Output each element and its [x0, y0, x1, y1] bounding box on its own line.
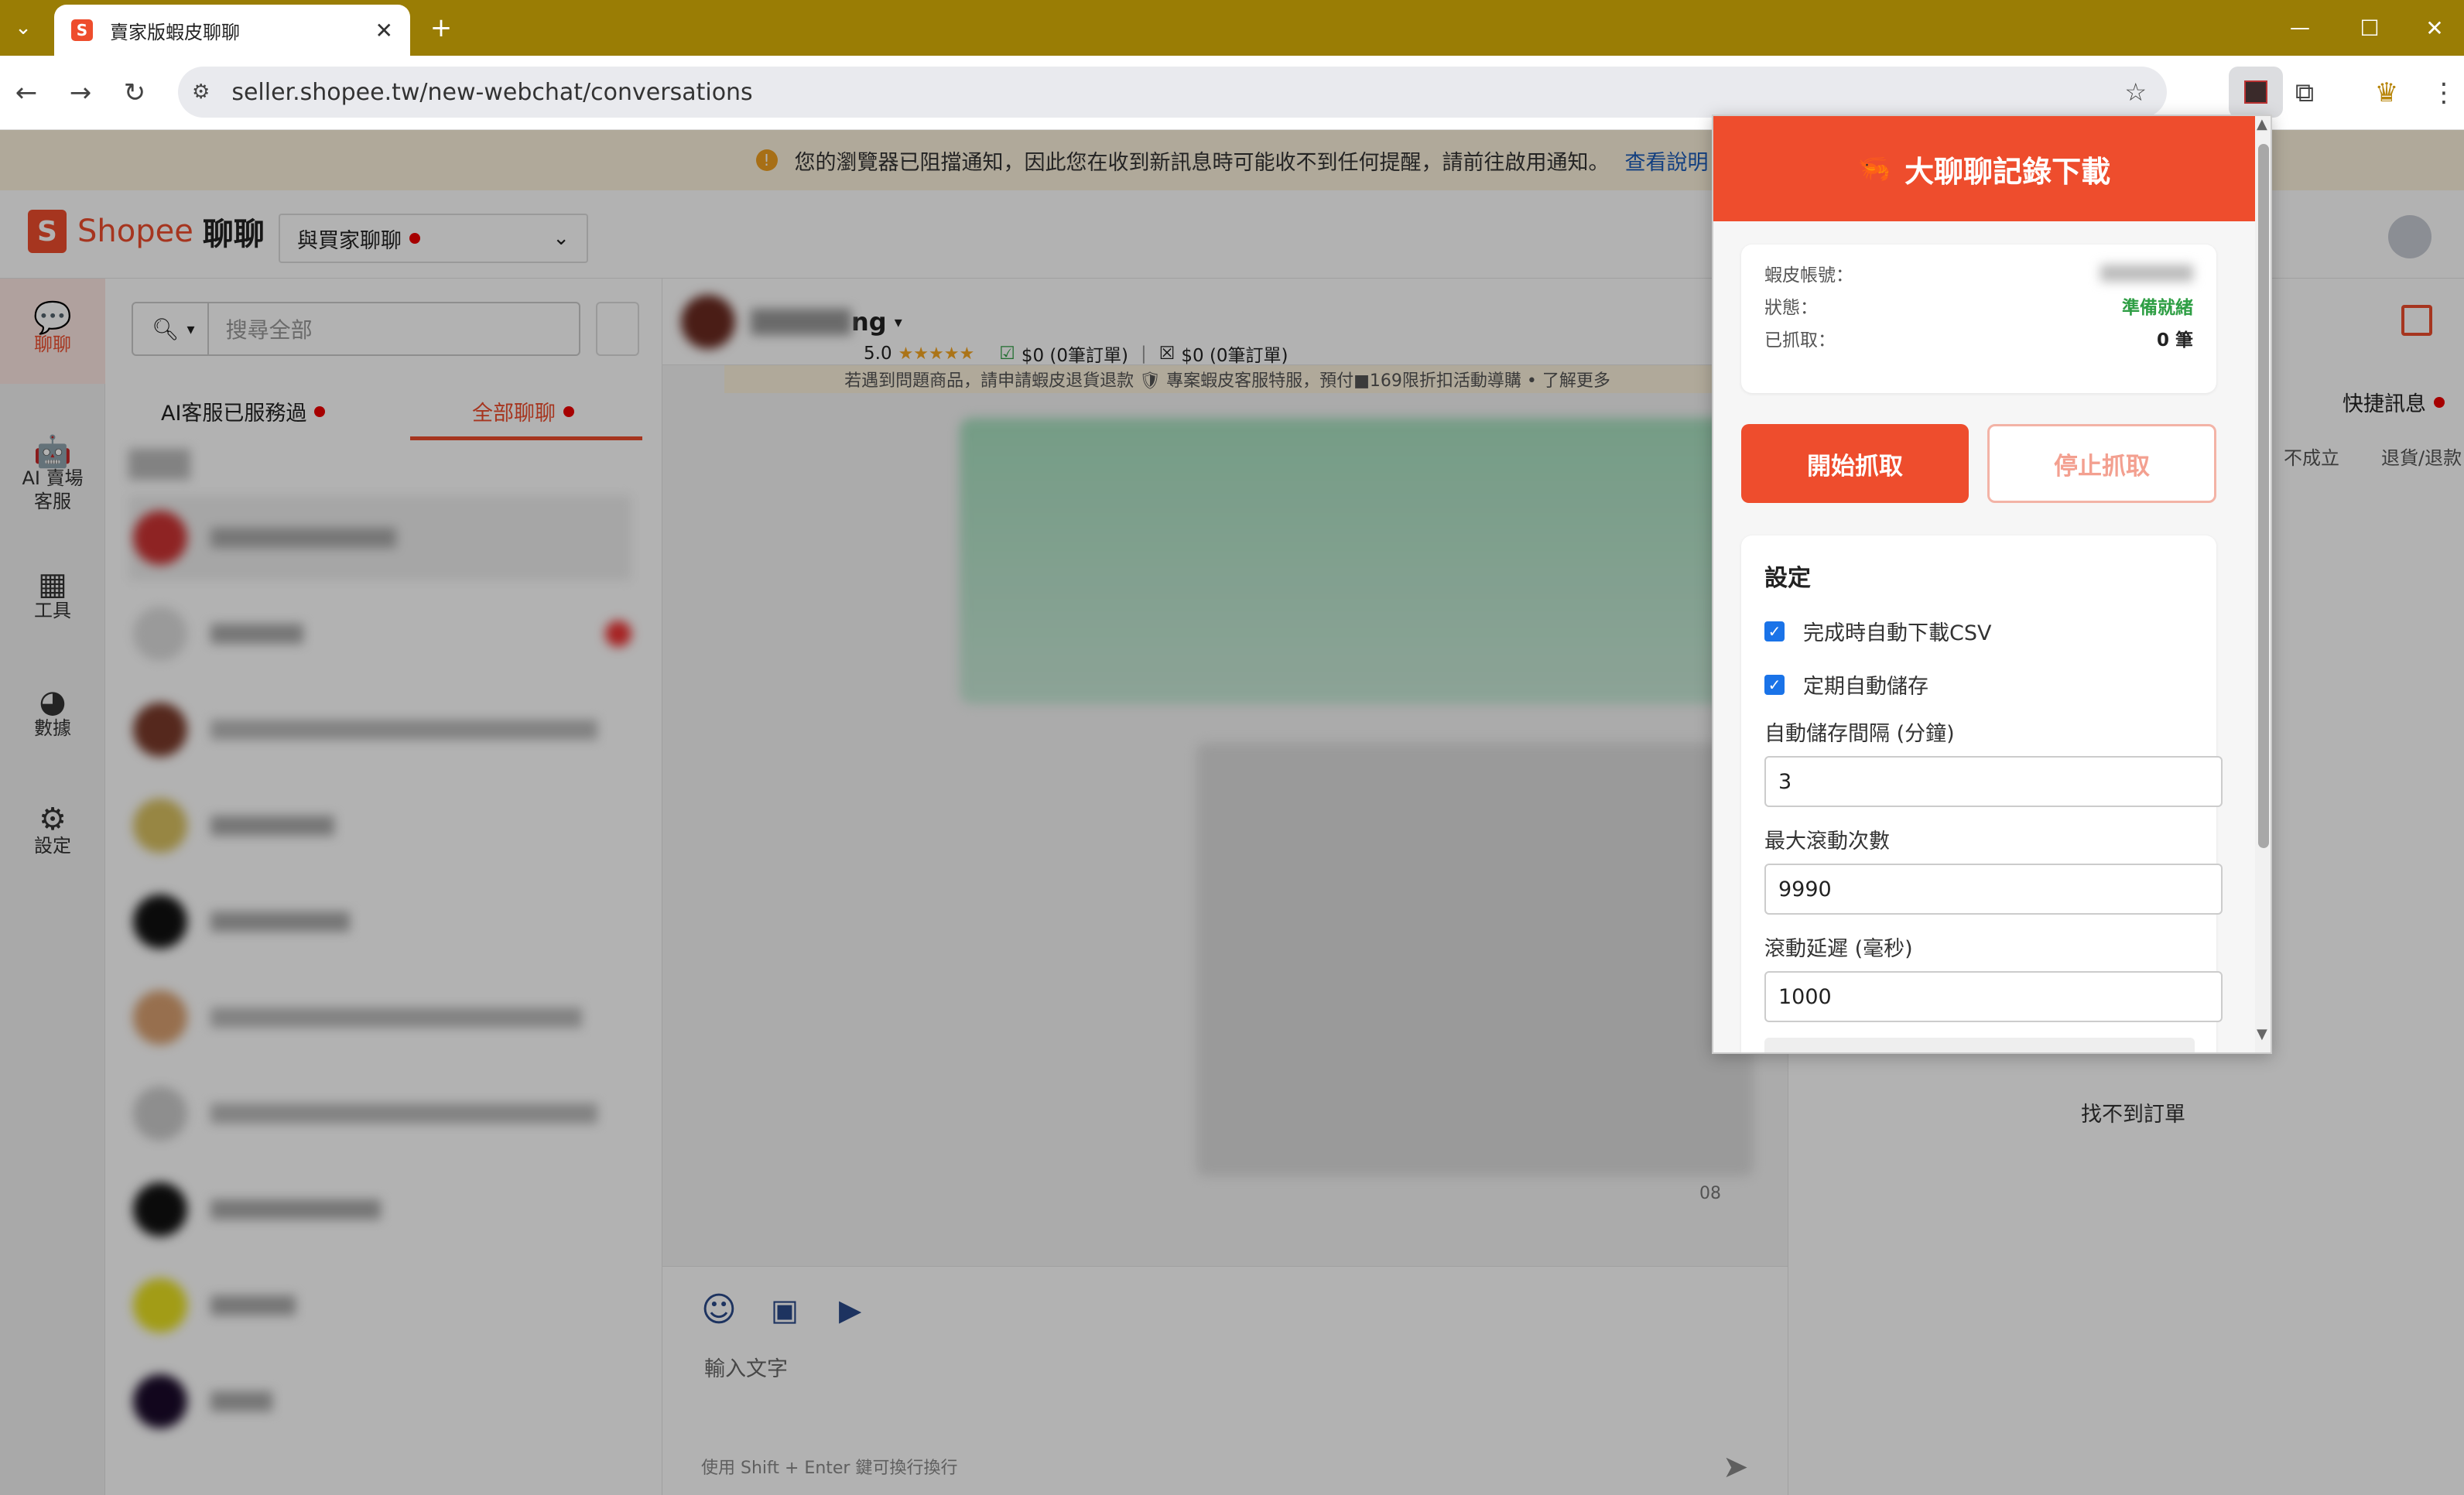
auto-save-option[interactable]: ✓ 定期自動儲存 — [1764, 669, 2193, 700]
shrimp-logo-icon: 🦐 — [1857, 153, 1891, 184]
new-tab-icon[interactable]: + — [424, 11, 458, 45]
scroll-delay-label: 滾動延遲 (毫秒) — [1764, 937, 1913, 961]
status-value: 準備就緒 — [2122, 298, 2193, 318]
next-field-partial — [1764, 1038, 2195, 1052]
bookmark-star-icon[interactable]: ☆ — [2124, 77, 2147, 107]
max-scroll-label: 最大滾動次數 — [1764, 830, 1890, 854]
scroll-up-icon[interactable]: ▲ — [2257, 116, 2267, 132]
browser-tab[interactable]: S 賣家版蝦皮聊聊 ✕ — [54, 5, 410, 56]
account-value-blurred — [2100, 265, 2193, 282]
fetched-row: 已抓取： 0 筆 — [1764, 322, 2193, 354]
account-row: 蝦皮帳號： — [1764, 257, 2193, 289]
minimize-icon[interactable]: — — [2283, 11, 2317, 45]
forward-icon[interactable]: → — [63, 76, 98, 110]
extension-active-icon[interactable] — [2229, 67, 2283, 118]
browser-menu-icon[interactable]: ⋮ — [2427, 76, 2461, 110]
site-info-icon[interactable]: ⚙ — [192, 80, 210, 104]
interval-label: 自動儲存間隔 (分鐘) — [1764, 722, 1955, 746]
tab-title: 賣家版蝦皮聊聊 — [110, 21, 240, 43]
popup-scrollbar[interactable]: ▲ ▼ — [2255, 116, 2271, 1052]
auto-save-checkbox[interactable]: ✓ — [1764, 674, 1785, 695]
profile-crown-icon[interactable]: ♛ — [2370, 76, 2404, 110]
popup-header: 🦐 大聊聊記錄下載 — [1713, 116, 2255, 221]
stop-fetch-label: 停止抓取 — [2054, 452, 2150, 481]
extensions-puzzle-icon[interactable]: ⧉ — [2288, 76, 2322, 110]
scroll-delay-input[interactable]: 1000 — [1764, 971, 2223, 1022]
account-label: 蝦皮帳號： — [1764, 265, 1853, 286]
close-window-icon[interactable]: ✕ — [2418, 11, 2452, 45]
browser-tab-strip: ⌄ S 賣家版蝦皮聊聊 ✕ + — ☐ ✕ — [0, 0, 2464, 56]
status-label: 狀態： — [1764, 298, 1818, 318]
auto-csv-checkbox[interactable]: ✓ — [1764, 621, 1785, 641]
auto-csv-option[interactable]: ✓ 完成時自動下載CSV — [1764, 616, 2193, 646]
tab-close-icon[interactable]: ✕ — [375, 18, 393, 43]
extension-popup: 🦐 大聊聊記錄下載 蝦皮帳號： 狀態： 準備就緒 已抓取： 0 筆 開始抓取 停… — [1712, 115, 2272, 1054]
max-scroll-input[interactable]: 9990 — [1764, 864, 2223, 915]
interval-input[interactable]: 3 — [1764, 756, 2223, 807]
fetched-label: 已抓取： — [1764, 330, 1836, 351]
status-row: 狀態： 準備就緒 — [1764, 289, 2193, 322]
settings-card: 設定 ✓ 完成時自動下載CSV ✓ 定期自動儲存 自動儲存間隔 (分鐘) 3 最… — [1741, 535, 2223, 1052]
status-card: 蝦皮帳號： 狀態： 準備就緒 已抓取： 0 筆 — [1741, 245, 2216, 393]
maximize-icon[interactable]: ☐ — [2353, 11, 2387, 45]
tab-search-icon[interactable]: ⌄ — [6, 11, 40, 45]
back-icon[interactable]: ← — [9, 76, 43, 110]
reload-icon[interactable]: ↻ — [118, 76, 152, 110]
settings-title: 設定 — [1764, 565, 1811, 592]
start-fetch-label: 開始抓取 — [1807, 452, 1903, 481]
scroll-down-icon[interactable]: ▼ — [2257, 1026, 2267, 1042]
auto-csv-label: 完成時自動下載CSV — [1803, 621, 1992, 645]
start-fetch-button[interactable]: 開始抓取 — [1741, 424, 1969, 503]
popup-title: 大聊聊記錄下載 — [1904, 154, 2111, 189]
stop-fetch-button[interactable]: 停止抓取 — [1987, 424, 2216, 503]
url-text: seller.shopee.tw/new-webchat/conversatio… — [231, 78, 753, 106]
scrollbar-thumb[interactable] — [2258, 144, 2269, 848]
auto-save-label: 定期自動儲存 — [1803, 675, 1928, 699]
fetched-value: 0 筆 — [2156, 330, 2193, 351]
popup-body: 蝦皮帳號： 狀態： 準備就緒 已抓取： 0 筆 開始抓取 停止抓取 設定 ✓ 完… — [1713, 221, 2255, 1052]
omnibox[interactable]: ⚙ seller.shopee.tw/new-webchat/conversat… — [178, 67, 2167, 118]
shopee-favicon-icon: S — [71, 19, 93, 41]
